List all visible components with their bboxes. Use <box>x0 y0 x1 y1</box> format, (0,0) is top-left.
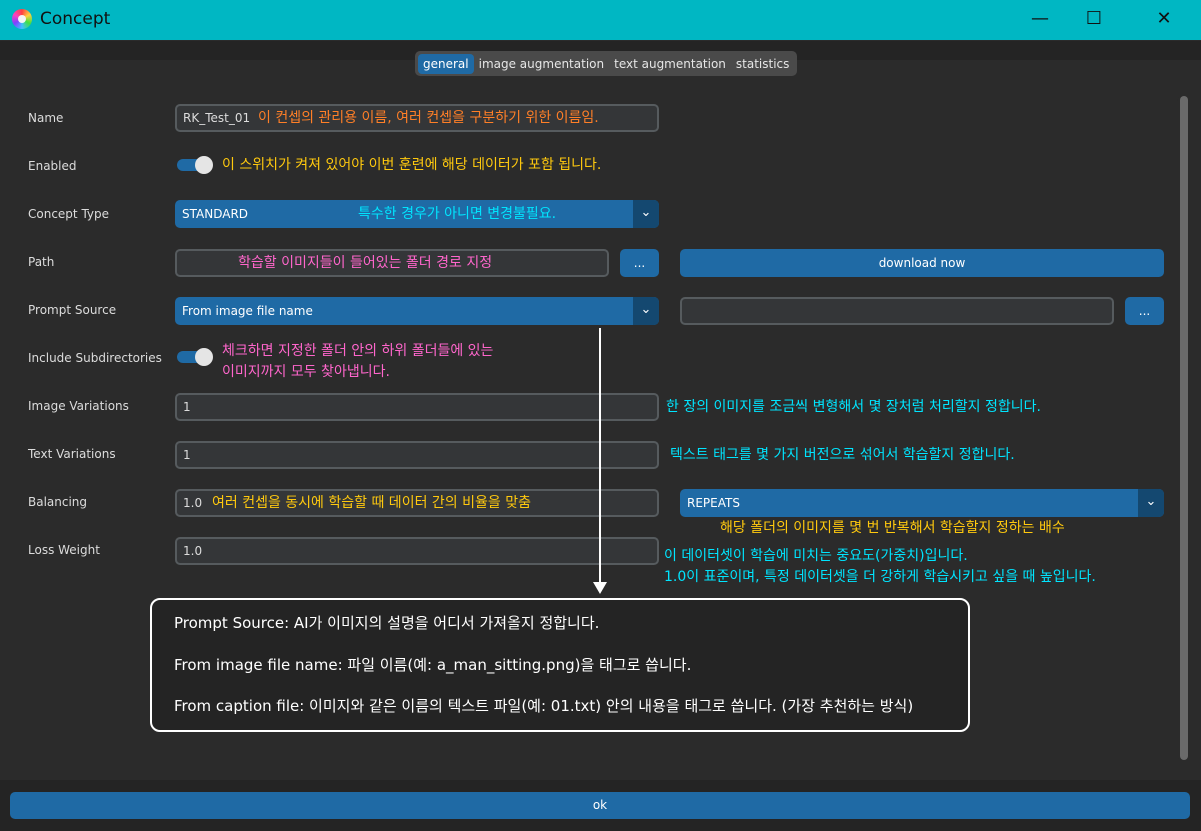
chevron-down-icon: ⌄ <box>1138 489 1164 517</box>
tab-statistics[interactable]: statistics <box>731 54 795 74</box>
callout-line-3: From caption file: 이미지와 같은 이름의 텍스트 파일(예:… <box>174 697 914 715</box>
path-browse-button[interactable]: ... <box>620 249 659 277</box>
maximize-button[interactable]: ☐ <box>1071 0 1117 40</box>
tab-image-augmentation[interactable]: image augmentation <box>474 54 610 74</box>
annotation-arrow <box>593 328 607 594</box>
enabled-switch[interactable] <box>177 156 213 174</box>
loss-weight-label: Loss Weight <box>28 543 100 557</box>
title-bar: Concept — ☐ ✕ <box>0 0 1201 40</box>
close-button[interactable]: ✕ <box>1141 0 1187 40</box>
tab-general[interactable]: general <box>418 53 474 74</box>
tab-text-augmentation[interactable]: text augmentation <box>609 54 731 74</box>
name-note: 이 컨셉의 관리용 이름, 여러 컨셉을 구분하기 위한 이름임. <box>258 110 599 126</box>
concept-type-value: STANDARD <box>182 207 249 221</box>
callout-line-1: Prompt Source: AI가 이미지의 설명을 어디서 가져올지 정합니… <box>174 614 600 632</box>
scrollbar-thumb[interactable] <box>1180 96 1188 760</box>
include-subdirectories-switch[interactable] <box>177 348 213 366</box>
concept-type-label: Concept Type <box>28 207 110 221</box>
text-variations-value: 1 <box>183 448 191 462</box>
name-value: RK_Test_01 <box>183 111 251 125</box>
window-title: Concept <box>40 9 111 29</box>
balancing-value: 1.0 <box>183 496 203 510</box>
image-variations-note: 한 장의 이미지를 조금씩 변형해서 몇 장처럼 처리할지 정합니다. <box>666 399 1041 415</box>
image-variations-label: Image Variations <box>28 399 129 413</box>
include-subdirectories-note-2: 이미지까지 모두 찾아냅니다. <box>222 364 390 380</box>
loss-weight-value: 1.0 <box>183 544 203 558</box>
path-note: 학습할 이미지들이 들어있는 폴더 경로 지정 <box>238 255 493 271</box>
prompt-source-callout: Prompt Source: AI가 이미지의 설명을 어디서 가져올지 정합니… <box>150 598 970 732</box>
prompt-source-label: Prompt Source <box>28 303 117 317</box>
balancing-note: 여러 컨셉을 동시에 학습할 때 데이터 간의 비율을 맞춤 <box>212 495 531 511</box>
enabled-note: 이 스위치가 켜져 있어야 이번 훈련에 해당 데이터가 포함 됩니다. <box>222 157 602 173</box>
prompt-source-value: From image file name <box>182 304 313 318</box>
text-variations-input[interactable]: 1 <box>175 441 659 469</box>
callout-line-2: From image file name: 파일 이름(예: a_man_sit… <box>174 656 692 674</box>
image-variations-value: 1 <box>183 400 191 414</box>
chevron-down-icon: ⌄ <box>633 297 659 325</box>
text-variations-label: Text Variations <box>28 447 116 461</box>
include-subdirectories-label: Include Subdirectories <box>28 351 162 365</box>
image-variations-input[interactable]: 1 <box>175 393 659 421</box>
concept-type-note: 특수한 경우가 아니면 변경불필요. <box>358 206 557 222</box>
app-icon <box>12 9 32 29</box>
loss-weight-note-2: 1.0이 표준이며, 특정 데이터셋을 더 강하게 학습시키고 싶을 때 높입니… <box>664 569 1096 585</box>
text-variations-note: 텍스트 태그를 몇 가지 버전으로 섞어서 학습할지 정합니다. <box>670 447 1015 463</box>
prompt-source-dropdown[interactable]: From image file name ⌄ <box>175 297 659 325</box>
tab-bar: general image augmentation text augmenta… <box>415 51 798 76</box>
prompt-path-browse-button[interactable]: ... <box>1125 297 1164 325</box>
loss-weight-note-1: 이 데이터셋이 학습에 미치는 중요도(가중치)입니다. <box>664 548 968 564</box>
chevron-down-icon: ⌄ <box>633 200 659 228</box>
prompt-path-input[interactable] <box>680 297 1114 325</box>
balancing-strategy-note: 해당 폴더의 이미지를 몇 번 반복해서 학습할지 정하는 배수 <box>720 520 1065 536</box>
include-subdirectories-note-1: 체크하면 지정한 폴더 안의 하위 폴더들에 있는 <box>222 343 494 359</box>
loss-weight-input[interactable]: 1.0 <box>175 537 659 565</box>
name-label: Name <box>28 111 64 125</box>
enabled-switch-knob <box>195 156 213 174</box>
download-now-button[interactable]: download now <box>680 249 1164 277</box>
ok-button[interactable]: ok <box>10 792 1190 819</box>
balancing-strategy-value: REPEATS <box>687 496 740 510</box>
enabled-label: Enabled <box>28 159 77 173</box>
minimize-button[interactable]: — <box>1017 0 1063 40</box>
path-label: Path <box>28 255 55 269</box>
include-subdirectories-switch-knob <box>195 348 213 366</box>
balancing-strategy-dropdown[interactable]: REPEATS ⌄ <box>680 489 1164 517</box>
balancing-label: Balancing <box>28 495 88 509</box>
